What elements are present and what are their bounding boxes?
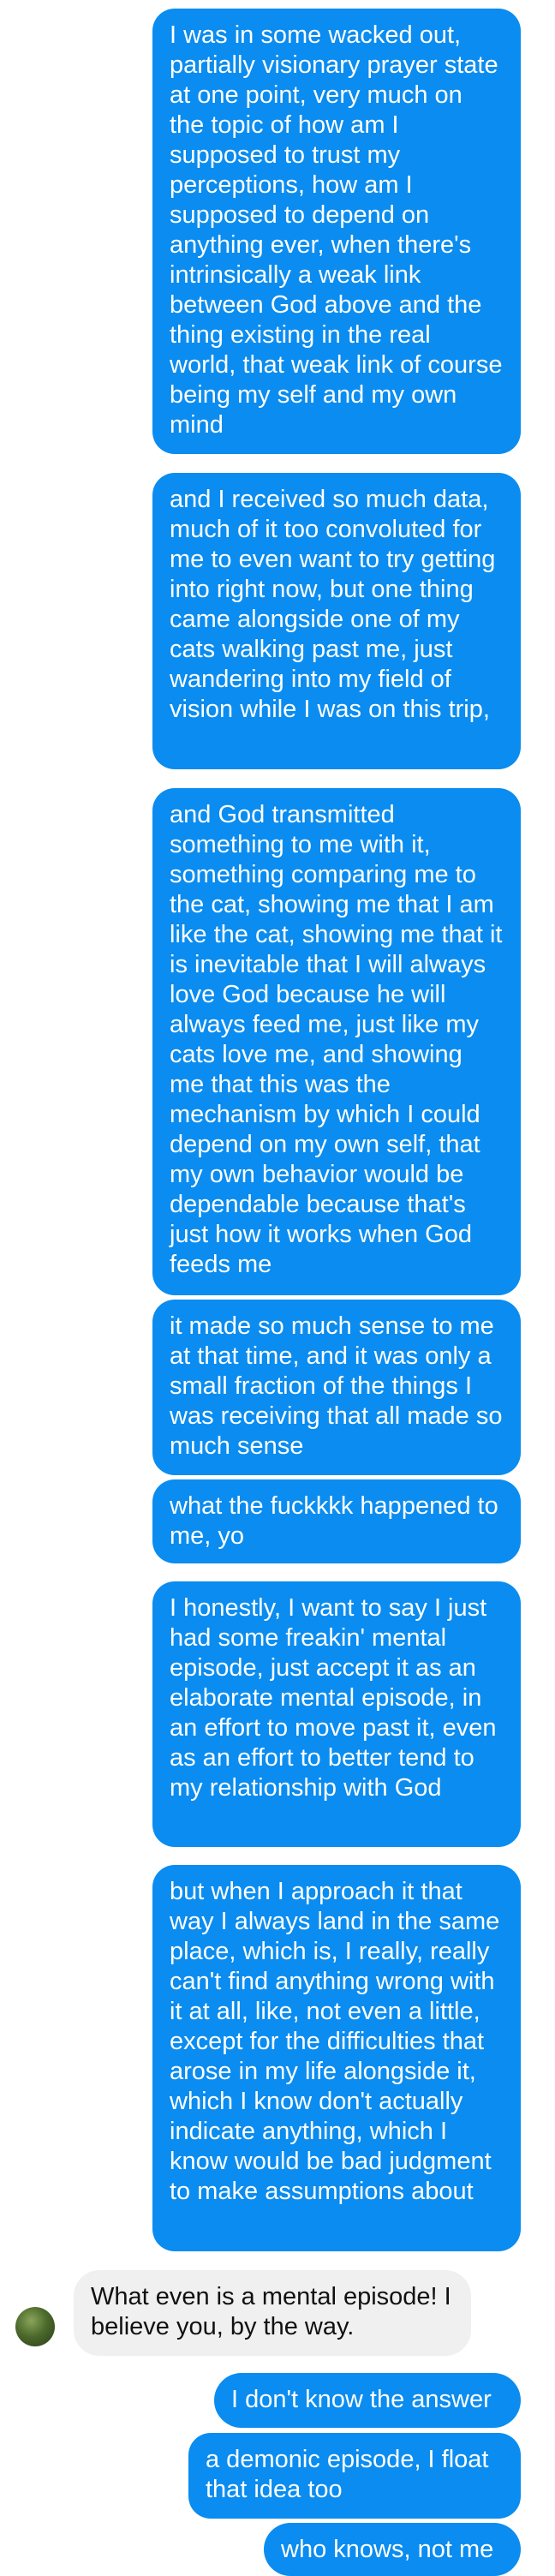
- message-bubble-outgoing[interactable]: and God transmitted something to me with…: [152, 788, 521, 1295]
- message-bubble-outgoing[interactable]: I honestly, I want to say I just had som…: [152, 1581, 521, 1847]
- contact-avatar[interactable]: [15, 2307, 55, 2346]
- message-bubble-outgoing[interactable]: but when I approach it that way I always…: [152, 1865, 521, 2251]
- message-bubble-incoming[interactable]: What even is a mental episode! I believe…: [74, 2270, 471, 2356]
- message-bubble-outgoing[interactable]: who knows, not me: [264, 2523, 521, 2576]
- message-bubble-outgoing[interactable]: and I received so much data, much of it …: [152, 473, 521, 769]
- message-bubble-outgoing[interactable]: what the fuckkkk happened to me, yo: [152, 1479, 521, 1563]
- message-bubble-outgoing[interactable]: a demonic episode, I float that idea too: [188, 2433, 521, 2519]
- message-bubble-outgoing[interactable]: I was in some wacked out, partially visi…: [152, 9, 521, 454]
- message-thread: I was in some wacked out, partially visi…: [0, 0, 555, 2576]
- message-bubble-outgoing[interactable]: it made so much sense to me at that time…: [152, 1300, 521, 1475]
- message-bubble-outgoing[interactable]: I don't know the answer: [214, 2373, 521, 2428]
